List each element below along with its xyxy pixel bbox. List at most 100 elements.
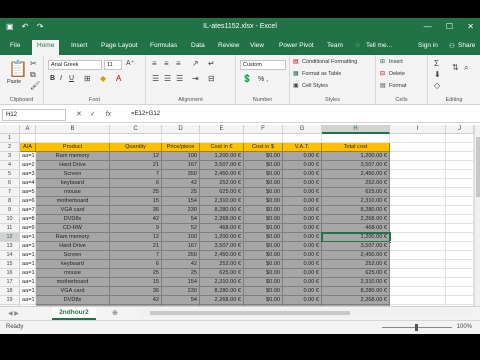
table-cell[interactable]: mouse [36, 188, 110, 197]
bold-button[interactable]: B [50, 75, 55, 82]
table-cell[interactable]: $0.00 [244, 233, 283, 242]
table-cell[interactable]: 21 [110, 242, 162, 251]
table-cell[interactable]: 0.00 € [283, 179, 322, 188]
row-header[interactable]: 5 [0, 170, 20, 179]
row-header[interactable]: 2 [0, 143, 20, 152]
column-header-a[interactable]: A [20, 125, 36, 134]
table-cell[interactable]: aa=17 [20, 296, 36, 305]
table-cell[interactable]: 0.00 € [283, 215, 322, 224]
table-cell[interactable]: aa=8 [20, 215, 36, 224]
table-cell[interactable]: DVD8x [36, 215, 110, 224]
table-cell[interactable]: $0.00 [244, 152, 283, 161]
empty-cell[interactable] [390, 260, 446, 269]
empty-cell[interactable] [390, 224, 446, 233]
empty-cell[interactable] [446, 278, 474, 287]
selected-cell[interactable]: 1,200.00 € [321, 232, 391, 243]
fill-icon[interactable]: ⬇ [434, 70, 441, 79]
share-button[interactable]: Share [458, 42, 475, 49]
cell-styles-button[interactable]: Cell Styles [302, 83, 328, 89]
align-left-icon[interactable]: ☰ [152, 74, 159, 83]
empty-cell[interactable] [390, 188, 446, 197]
table-cell[interactable]: 21 [110, 161, 162, 170]
header-cell[interactable]: Quantity [110, 143, 162, 152]
table-cell[interactable]: 8,280.00 € [322, 287, 390, 296]
table-cell[interactable]: 230 [162, 287, 200, 296]
table-cell[interactable]: keyboard [36, 260, 110, 269]
sort-filter-icon[interactable]: ⇅ [452, 63, 459, 72]
column-header-f[interactable]: F [244, 125, 283, 134]
row-header[interactable]: 11 [0, 224, 20, 233]
clear-icon[interactable]: ◇ [434, 81, 440, 90]
horizontal-scrollbar[interactable] [140, 309, 470, 317]
tab-team[interactable]: Team [327, 42, 343, 49]
table-cell[interactable]: 230 [162, 206, 200, 215]
table-cell[interactable]: 625.00 € [322, 188, 390, 197]
merge-center-icon[interactable]: ⊟ [208, 74, 215, 83]
empty-cell[interactable] [390, 269, 446, 278]
empty-cell[interactable] [390, 296, 446, 305]
row-header[interactable]: 15 [0, 260, 20, 269]
enter-icon[interactable]: ✓ [90, 111, 96, 118]
autosum-icon[interactable]: Σ [434, 59, 439, 68]
row-header[interactable]: 19 [0, 296, 20, 305]
table-cell[interactable]: 7 [110, 170, 162, 179]
table-cell[interactable]: aa=4 [20, 179, 36, 188]
table-cell[interactable]: 0.00 € [283, 197, 322, 206]
table-cell[interactable]: 8,280.00 € [200, 287, 244, 296]
empty-cell[interactable] [390, 143, 446, 152]
table-cell[interactable]: $0.00 [244, 206, 283, 215]
table-cell[interactable]: 12 [110, 233, 162, 242]
insert-cells-button[interactable]: Insert [389, 59, 403, 65]
indent-icon[interactable]: ⇥ [192, 74, 199, 83]
table-cell[interactable]: aa=14 [20, 269, 36, 278]
column-header-d[interactable]: D [162, 125, 200, 134]
table-cell[interactable]: aa=10 [20, 233, 36, 242]
column-header-b[interactable]: B [36, 125, 110, 134]
empty-cell[interactable] [446, 143, 474, 152]
table-cell[interactable]: aa=7 [20, 206, 36, 215]
empty-cell[interactable] [390, 287, 446, 296]
table-cell[interactable]: $0.00 [244, 296, 283, 305]
empty-cell[interactable] [390, 152, 446, 161]
table-cell[interactable]: 36 [110, 206, 162, 215]
table-cell[interactable]: 252.00 € [322, 179, 390, 188]
table-cell[interactable]: 2,450.00 € [200, 251, 244, 260]
table-cell[interactable]: 0.00 € [283, 251, 322, 260]
empty-cell[interactable] [446, 296, 474, 305]
format-painter-icon[interactable]: 🖌 [30, 81, 40, 90]
table-cell[interactable]: 0.00 € [283, 224, 322, 233]
table-cell[interactable]: $0.00 [244, 269, 283, 278]
table-cell[interactable]: 1,200.00 € [200, 152, 244, 161]
row-header[interactable]: 3 [0, 152, 20, 161]
row-header[interactable]: 10 [0, 215, 20, 224]
table-cell[interactable]: 42 [162, 260, 200, 269]
tab-insert[interactable]: Insert [71, 42, 87, 49]
row-header[interactable]: 4 [0, 161, 20, 170]
font-color-icon[interactable]: A [116, 74, 121, 83]
table-cell[interactable]: $0.00 [244, 161, 283, 170]
number-format-select[interactable]: Custom [240, 60, 286, 70]
empty-cell[interactable] [390, 242, 446, 251]
table-cell[interactable]: 3,507.00 € [322, 242, 390, 251]
cut-icon[interactable]: ✂ [30, 59, 37, 68]
table-cell[interactable]: 2,310.00 € [322, 197, 390, 206]
table-cell[interactable]: $0.00 [244, 278, 283, 287]
delete-cells-button[interactable]: Delete [389, 71, 405, 77]
table-cell[interactable]: 8,280.00 € [200, 206, 244, 215]
copy-icon[interactable]: ⧉ [30, 70, 36, 80]
table-cell[interactable]: 2,268.00 € [322, 215, 390, 224]
table-cell[interactable]: 0.00 € [283, 287, 322, 296]
empty-cell[interactable] [446, 224, 474, 233]
fill-color-icon[interactable]: ◆ [100, 74, 106, 83]
table-cell[interactable]: CD-RW [36, 224, 110, 233]
empty-cell[interactable] [390, 251, 446, 260]
table-cell[interactable]: $0.00 [244, 170, 283, 179]
table-cell[interactable]: motherboard [36, 197, 110, 206]
table-cell[interactable]: 25 [162, 269, 200, 278]
table-cell[interactable]: 252.00 € [322, 260, 390, 269]
table-cell[interactable]: 0.00 € [283, 296, 322, 305]
empty-cell[interactable] [390, 197, 446, 206]
font-name-select[interactable]: Arial Greek [48, 60, 102, 70]
table-cell[interactable]: 625.00 € [322, 269, 390, 278]
tab-file[interactable]: File [10, 42, 20, 49]
